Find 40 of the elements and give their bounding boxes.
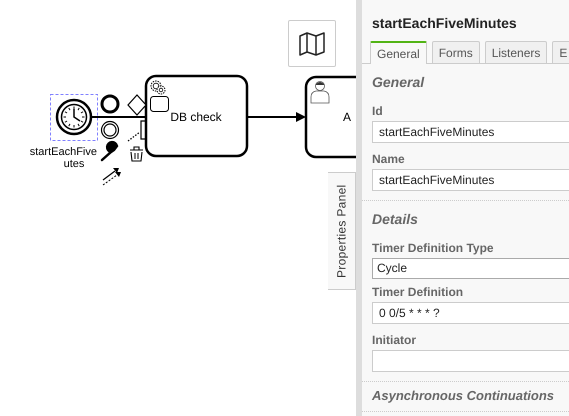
panel-tab[interactable]: Forms xyxy=(432,41,480,63)
input-field[interactable]: 0 0/5 * * * ? xyxy=(372,302,569,324)
sequence-flow xyxy=(247,112,306,122)
task-icon[interactable] xyxy=(140,120,146,140)
task-shape[interactable] xyxy=(144,74,248,158)
event-label: startEachFive xyxy=(30,146,97,158)
input-field[interactable]: startEachFiveMinutes xyxy=(372,121,569,143)
input-field[interactable]: startEachFiveMinutes xyxy=(372,169,569,191)
panel-tab[interactable]: Listeners xyxy=(484,41,548,63)
association-icon[interactable] xyxy=(128,131,140,142)
event-label: utes xyxy=(64,158,84,170)
task-label: A xyxy=(343,110,352,124)
input-field[interactable] xyxy=(372,350,569,372)
gear-icon xyxy=(150,80,166,94)
panel-title: startEachFiveMinutes xyxy=(371,14,518,33)
user-icon xyxy=(310,81,330,104)
section-heading: Asynchronous Continuations xyxy=(372,387,555,405)
select-field[interactable]: Cycle xyxy=(372,258,569,279)
panel-tab[interactable]: E xyxy=(552,41,569,63)
trash-icon[interactable] xyxy=(129,146,144,162)
end-event-icon[interactable] xyxy=(100,94,120,114)
field-label: Id xyxy=(372,104,384,118)
gateway-icon[interactable] xyxy=(127,94,147,116)
panel-tab[interactable]: General xyxy=(370,41,427,64)
properties-panel-toggle[interactable]: Properties Panel xyxy=(328,172,356,290)
field-label: Timer Definition xyxy=(372,285,464,299)
task-shape[interactable] xyxy=(304,76,356,158)
field-label: Name xyxy=(372,152,406,166)
map-icon xyxy=(298,32,326,56)
square-icon xyxy=(150,96,169,112)
section-heading: General xyxy=(372,73,426,92)
wrench-icon[interactable] xyxy=(100,140,118,162)
map-button[interactable] xyxy=(288,20,336,67)
field-label: Timer Definition Type xyxy=(372,241,495,255)
timer-start-event[interactable] xyxy=(56,98,92,136)
task-label: DB check xyxy=(170,110,222,124)
connect-arrow-icon[interactable] xyxy=(102,168,121,186)
intermediate-event-icon[interactable] xyxy=(100,120,120,140)
section-heading: Details xyxy=(372,210,419,229)
field-label: Initiator xyxy=(372,333,417,347)
